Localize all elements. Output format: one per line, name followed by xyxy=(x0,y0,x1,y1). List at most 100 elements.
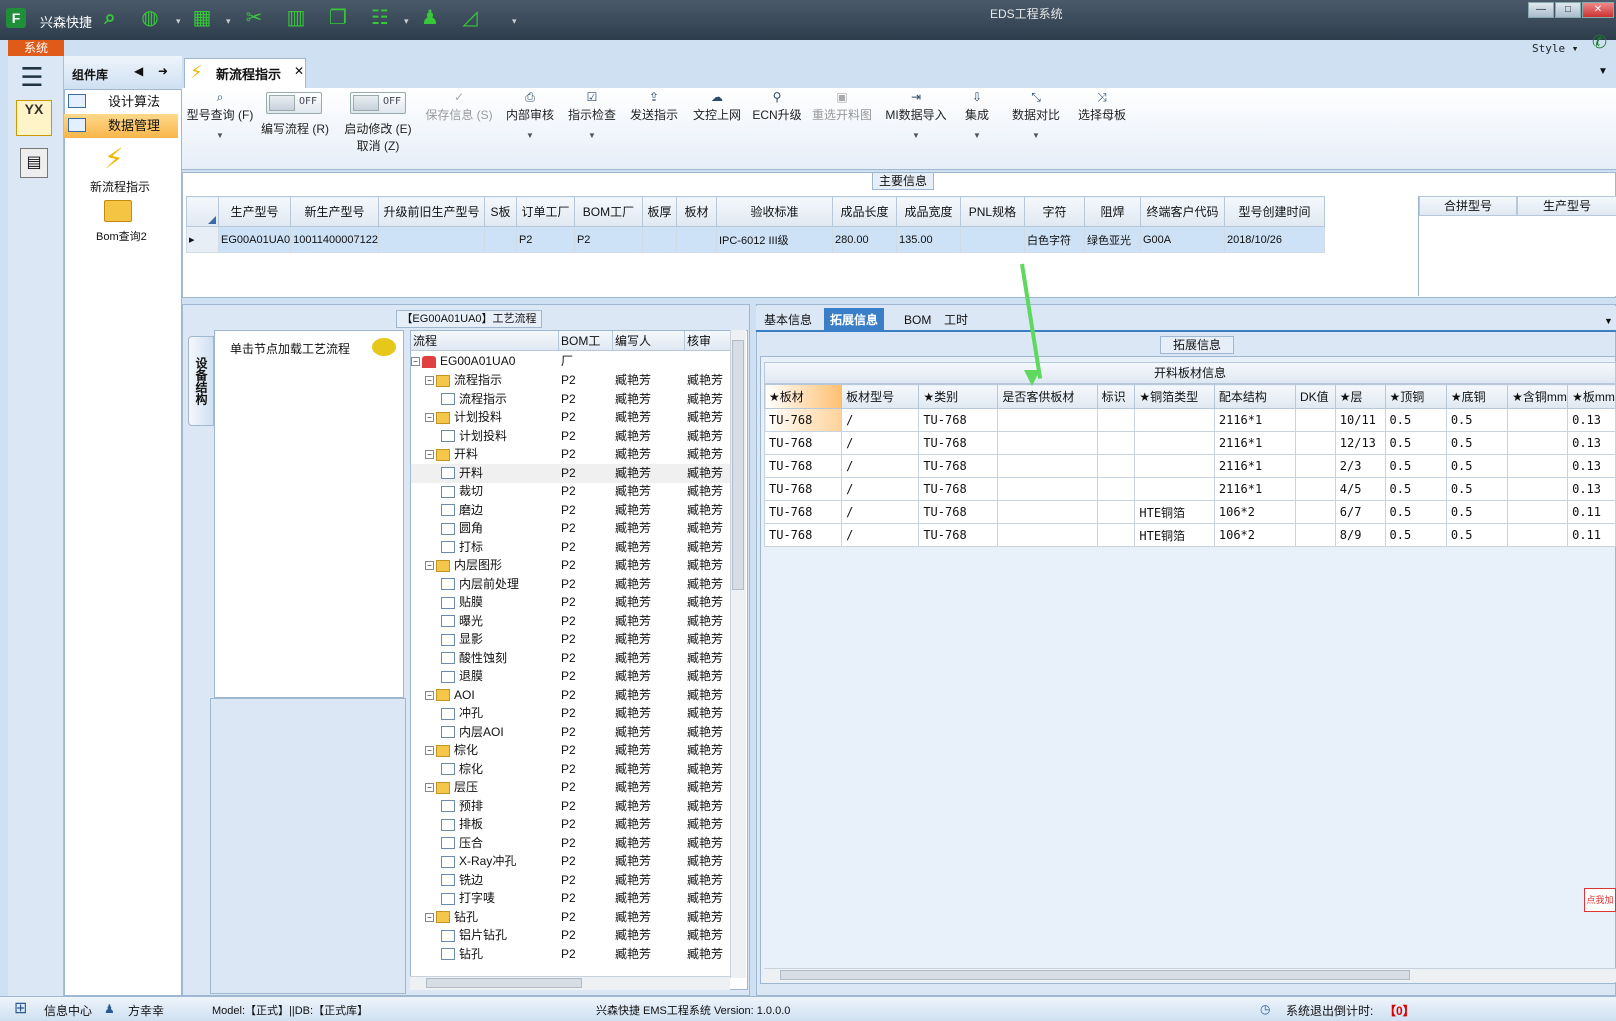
table-row[interactable]: TU-768/TU-768 2116*1 4/5 0.5 0.5 0.13 xyxy=(763,477,1616,501)
chevron-down-icon[interactable]: ▾ xyxy=(512,16,517,27)
search-icon[interactable]: ⌕ xyxy=(98,6,122,30)
table-cell[interactable] xyxy=(1507,408,1569,432)
table-cell[interactable]: 2116*1 xyxy=(1213,408,1296,432)
tab-bom[interactable]: BOM xyxy=(898,308,937,332)
table-cell[interactable] xyxy=(641,226,677,253)
table-cell[interactable]: P2 xyxy=(573,226,643,253)
grid-column-header[interactable]: ★类别 xyxy=(918,384,999,409)
minimize-button[interactable]: — xyxy=(1528,2,1554,18)
pin-icon[interactable]: ➜ xyxy=(158,64,168,78)
table-cell[interactable]: 0.13 xyxy=(1567,408,1616,432)
data-compare-button[interactable]: ⤡ 数据对比 ▼ xyxy=(1008,90,1064,140)
tree-row[interactable]: − AOI P2 臧艳芳 臧艳芳 xyxy=(411,686,731,705)
chart-icon[interactable]: ◿ xyxy=(458,6,482,30)
tree-row[interactable]: X-Ray冲孔 P2 臧艳芳 臧艳芳 xyxy=(411,852,731,871)
collapse-toggle-icon[interactable]: − xyxy=(425,912,434,922)
table-cell[interactable]: HTE铜箔 xyxy=(1134,523,1215,547)
grid-column-header[interactable]: ★板材 xyxy=(763,384,843,409)
table-cell[interactable] xyxy=(997,431,1098,455)
grid-column-header[interactable]: ★铜箔类型 xyxy=(1134,384,1215,409)
table-cell[interactable]: / xyxy=(841,523,920,547)
windows-icon[interactable]: ⊞ xyxy=(14,998,27,1018)
table-cell[interactable]: 6/7 xyxy=(1334,500,1386,524)
user-icon[interactable]: ♟ xyxy=(418,6,442,30)
table-cell[interactable] xyxy=(997,454,1098,478)
table-cell[interactable]: TU-768 xyxy=(763,500,843,524)
table-cell[interactable]: 0.11 xyxy=(1567,523,1616,547)
system-tab[interactable]: 系统 xyxy=(8,40,64,56)
folder-icon[interactable] xyxy=(104,200,132,222)
tree-row[interactable]: 显影 P2 臧艳芳 臧艳芳 xyxy=(411,630,731,649)
chevron-down-icon[interactable]: ▼ xyxy=(960,131,994,140)
lightning-icon[interactable]: ⚡ xyxy=(104,142,124,175)
grid-column-header[interactable]: 配本结构 xyxy=(1213,384,1296,409)
table-cell[interactable]: 白色字符 xyxy=(1023,226,1085,253)
internal-review-button[interactable]: ⎙ 内部审核 ▼ xyxy=(504,90,556,140)
film-icon[interactable]: ▥ xyxy=(284,6,308,30)
table-cell[interactable]: 0.13 xyxy=(1567,477,1616,501)
table-cell[interactable]: 135.00 xyxy=(895,226,961,253)
grid-column-header[interactable]: ★层 xyxy=(1334,384,1386,409)
table-cell[interactable]: 0.5 xyxy=(1384,477,1447,501)
table-cell[interactable] xyxy=(1096,454,1136,478)
tab-work-hours[interactable]: 工时 xyxy=(938,308,974,332)
tree-row[interactable]: 棕化 P2 臧艳芳 臧艳芳 xyxy=(411,760,731,779)
table-cell[interactable] xyxy=(1294,431,1336,455)
table-row[interactable]: TU-768/TU-768 2116*1 12/13 0.5 0.5 0.13 xyxy=(763,431,1616,455)
tree-row[interactable]: 冲孔 P2 臧艳芳 臧艳芳 xyxy=(411,704,731,723)
main-column-header[interactable]: 新生产型号 xyxy=(290,196,379,227)
merge-column-header[interactable]: 生产型号 xyxy=(1517,196,1616,216)
table-cell[interactable]: 8/9 xyxy=(1334,523,1386,547)
table-row[interactable]: ▸ EG00A01UA0 10011400007122 P2 P2 IPC-6012 II… xyxy=(186,226,1325,253)
table-cell[interactable]: IPC-6012 III级 xyxy=(715,226,833,253)
table-cell[interactable]: TU-768 xyxy=(763,523,843,547)
tree-row[interactable]: − 流程指示 P2 臧艳芳 臧艳芳 xyxy=(411,371,731,390)
merge-column-header[interactable]: 合拼型号 xyxy=(1419,196,1517,216)
chevron-down-icon[interactable]: ▼ xyxy=(186,131,254,140)
table-cell[interactable]: TU-768 xyxy=(763,454,843,478)
scissors-icon[interactable]: ✂ xyxy=(242,6,266,30)
tree-row[interactable]: − 层压 P2 臧艳芳 臧艳芳 xyxy=(411,778,731,797)
table-cell[interactable]: 0.5 xyxy=(1445,477,1509,501)
table-cell[interactable] xyxy=(1134,477,1215,501)
grid-column-header[interactable]: 标识 xyxy=(1096,384,1136,409)
close-button[interactable]: ✕ xyxy=(1582,2,1614,18)
table-cell[interactable] xyxy=(377,226,485,253)
table-cell[interactable] xyxy=(1294,454,1336,478)
start-modify-toggle[interactable]: OFF xyxy=(350,92,406,114)
main-column-header[interactable]: 升级前旧生产型号 xyxy=(377,196,485,227)
table-row[interactable]: TU-768/TU-768 2116*1 10/11 0.5 0.5 0.13 xyxy=(763,408,1616,432)
nav-item-design-algorithm[interactable]: 设计算法 xyxy=(64,90,178,114)
reselect-cutting-chart-button[interactable]: ▣ 重选开料图 xyxy=(808,90,876,123)
table-cell[interactable]: 绿色亚光 xyxy=(1083,226,1141,253)
table-cell[interactable]: TU-768 xyxy=(918,523,999,547)
doc-control-online-button[interactable]: ☁ 文控上网 xyxy=(688,90,746,123)
node-list[interactable] xyxy=(214,330,404,698)
table-cell[interactable] xyxy=(1134,408,1215,432)
collapse-left-icon[interactable]: ◀ xyxy=(134,64,143,78)
table-cell[interactable] xyxy=(959,226,1025,253)
table-cell[interactable]: G00A xyxy=(1139,226,1225,253)
table-cell[interactable] xyxy=(997,500,1098,524)
style-menu[interactable]: Style ▾ xyxy=(1532,42,1578,55)
table-cell[interactable]: TU-768 xyxy=(918,431,999,455)
collapse-toggle-icon[interactable]: − xyxy=(411,357,420,367)
table-cell[interactable]: TU-768 xyxy=(918,500,999,524)
table-cell[interactable]: 12/13 xyxy=(1334,431,1386,455)
table-cell[interactable]: 0.5 xyxy=(1445,454,1509,478)
table-icon[interactable]: ☷ xyxy=(368,6,392,30)
table-cell[interactable] xyxy=(483,226,517,253)
table-cell[interactable] xyxy=(1096,523,1136,547)
grid-hscroll-thumb[interactable] xyxy=(780,970,1410,980)
table-cell[interactable]: 0.5 xyxy=(1384,431,1447,455)
table-cell[interactable]: 0.5 xyxy=(1384,500,1447,524)
table-cell[interactable] xyxy=(1294,523,1336,547)
globe-icon[interactable]: ◍ xyxy=(138,6,162,30)
table-cell[interactable] xyxy=(1096,500,1136,524)
main-column-header[interactable]: 板厚 xyxy=(641,196,677,227)
model-query-button[interactable]: ⌕ 型号查询 (F) ▼ xyxy=(186,90,254,140)
grid-icon[interactable]: ▦ xyxy=(190,6,214,30)
table-cell[interactable]: 4/5 xyxy=(1334,477,1386,501)
tree-column-header[interactable]: 核审 xyxy=(685,331,731,351)
menu-icon[interactable]: ☰ xyxy=(14,62,50,92)
